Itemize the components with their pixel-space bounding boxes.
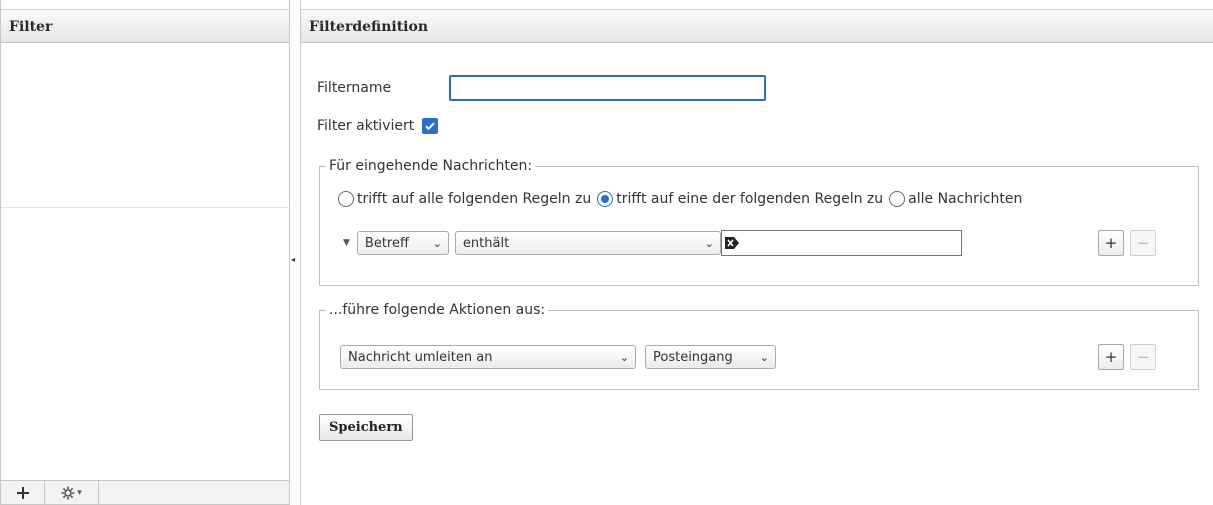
splitter-collapse-icon[interactable]: ◂ — [291, 255, 297, 265]
filter-definition-header: Filterdefinition — [301, 9, 1213, 43]
match-all-messages-label[interactable]: alle Nachrichten — [908, 191, 1022, 207]
match-all-radio[interactable] — [338, 191, 354, 207]
rule-row: ▼ Betreff ⌄ enthält ⌄ — [343, 230, 962, 256]
chevron-down-icon: ⌄ — [704, 236, 714, 250]
clear-tag-icon[interactable] — [724, 236, 740, 250]
list-divider — [1, 207, 289, 208]
incoming-messages-group: Für eingehende Nachrichten: — [319, 158, 1199, 286]
action-select[interactable]: Nachricht umleiten an ⌄ — [340, 345, 636, 369]
filter-list-footer: ▾ — [1, 480, 289, 504]
add-rule-button[interactable]: + — [1098, 230, 1124, 256]
checkmark-icon — [425, 122, 435, 131]
filter-list-header: Filter — [1, 9, 289, 43]
match-mode-row: trifft auf alle folgenden Regeln zu trif… — [338, 191, 1028, 207]
save-button[interactable]: Speichern — [319, 414, 413, 441]
filter-active-row: Filter aktiviert — [317, 118, 439, 134]
action-buttons: + − — [1098, 344, 1156, 370]
settings-caret-icon: ▾ — [77, 487, 82, 498]
action-value: Nachricht umleiten an — [348, 349, 493, 365]
filter-list-panel: Filter ▾ — [0, 0, 290, 505]
action-target-select[interactable]: Posteingang ⌄ — [645, 345, 776, 369]
match-all-messages-radio[interactable] — [889, 191, 906, 207]
action-row: Nachricht umleiten an ⌄ Posteingang ⌄ — [340, 345, 776, 369]
add-filter-button[interactable] — [1, 481, 45, 504]
gear-icon — [61, 486, 75, 499]
match-all-label[interactable]: trifft auf alle folgenden Regeln zu — [357, 191, 591, 207]
match-any-label[interactable]: trifft auf eine der folgenden Regeln zu — [616, 191, 883, 207]
filter-settings-button[interactable]: ▾ — [45, 481, 99, 504]
rule-operator-select[interactable]: enthält ⌄ — [454, 231, 721, 255]
rule-value-input[interactable] — [720, 230, 962, 256]
chevron-down-icon: ⌄ — [759, 350, 769, 364]
match-any-radio[interactable] — [597, 191, 614, 207]
chevron-down-icon: ⌄ — [619, 350, 629, 364]
chevron-down-icon: ⌄ — [432, 236, 442, 250]
rule-expand-icon[interactable]: ▼ — [343, 238, 350, 248]
plus-icon — [16, 486, 29, 499]
rule-field-select[interactable]: Betreff ⌄ — [356, 231, 449, 255]
action-target-value: Posteingang — [653, 349, 733, 365]
filter-name-label: Filtername — [317, 80, 392, 96]
rule-field-value: Betreff — [364, 235, 409, 251]
filter-active-checkbox[interactable] — [422, 118, 439, 134]
filter-active-label: Filter aktiviert — [317, 118, 415, 134]
actions-legend: ...führe folgende Aktionen aus: — [329, 302, 546, 318]
remove-rule-button[interactable]: − — [1130, 230, 1156, 256]
rule-buttons: + − — [1098, 230, 1156, 256]
filter-name-row: Filtername — [317, 75, 766, 101]
add-action-button[interactable]: + — [1098, 344, 1124, 370]
incoming-messages-legend: Für eingehende Nachrichten: — [329, 158, 533, 174]
filter-name-input[interactable] — [449, 75, 766, 101]
remove-action-button[interactable]: − — [1130, 344, 1156, 370]
rule-operator-value: enthält — [462, 235, 510, 251]
